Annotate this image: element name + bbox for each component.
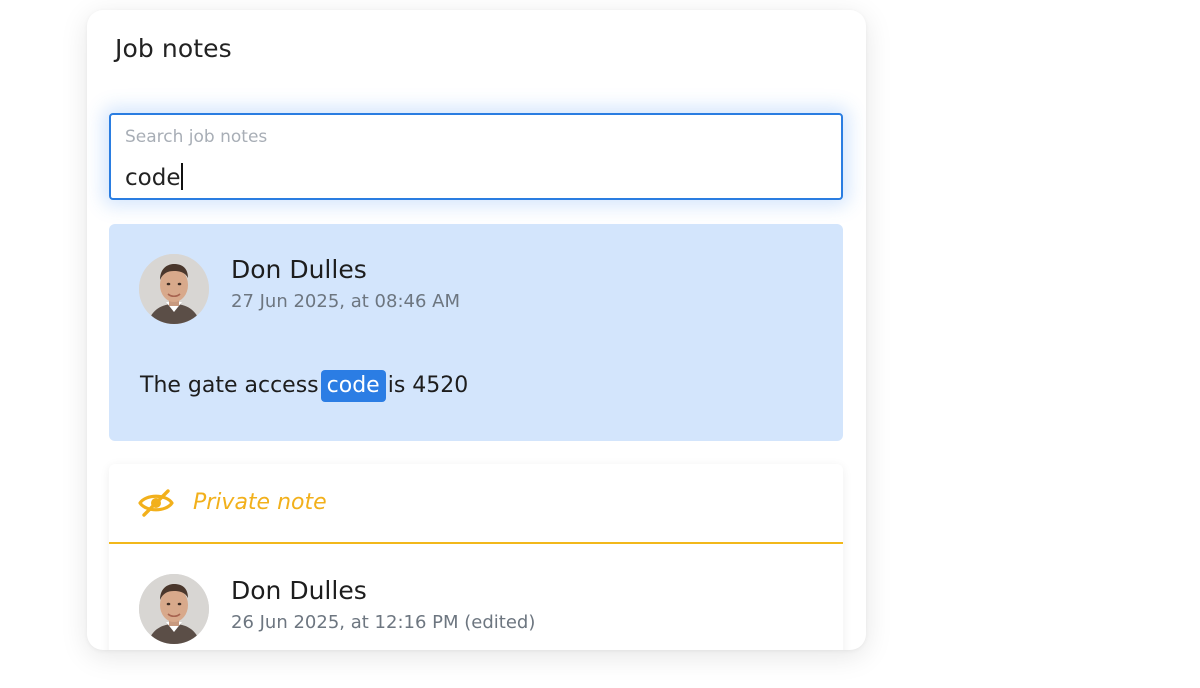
note-timestamp: 27 Jun 2025, at 08:46 AM [231, 291, 460, 312]
note-text-before: The gate access [140, 373, 319, 398]
avatar [139, 574, 209, 644]
note-author: Don Dulles [231, 576, 367, 605]
note-author: Don Dulles [231, 255, 367, 284]
search-input[interactable]: Search job notes code [109, 113, 843, 200]
private-note-label: Private note [193, 490, 327, 515]
panel-title: Job notes [115, 34, 232, 63]
avatar-image [139, 574, 209, 644]
eye-slash-icon [138, 489, 174, 517]
search-value[interactable]: code [125, 163, 184, 191]
search-placeholder: Search job notes [125, 127, 268, 147]
search-match-highlight: code [320, 370, 386, 402]
search-value-text: code [125, 165, 181, 191]
job-notes-panel: Job notes Search job notes code Don Dull… [87, 10, 866, 650]
avatar-image [139, 254, 209, 324]
private-note-card[interactable]: Private note Don Dulles 26 Jun 2025, at … [109, 464, 843, 650]
private-note-header: Private note [109, 464, 843, 544]
note-timestamp: 26 Jun 2025, at 12:16 PM (edited) [231, 612, 536, 633]
note-text: The gate access code is 4520 [140, 370, 468, 402]
note-text-after: is 4520 [387, 373, 469, 398]
note-card[interactable]: Don Dulles 27 Jun 2025, at 08:46 AM The … [109, 224, 843, 441]
text-caret [181, 163, 184, 190]
avatar [139, 254, 209, 324]
